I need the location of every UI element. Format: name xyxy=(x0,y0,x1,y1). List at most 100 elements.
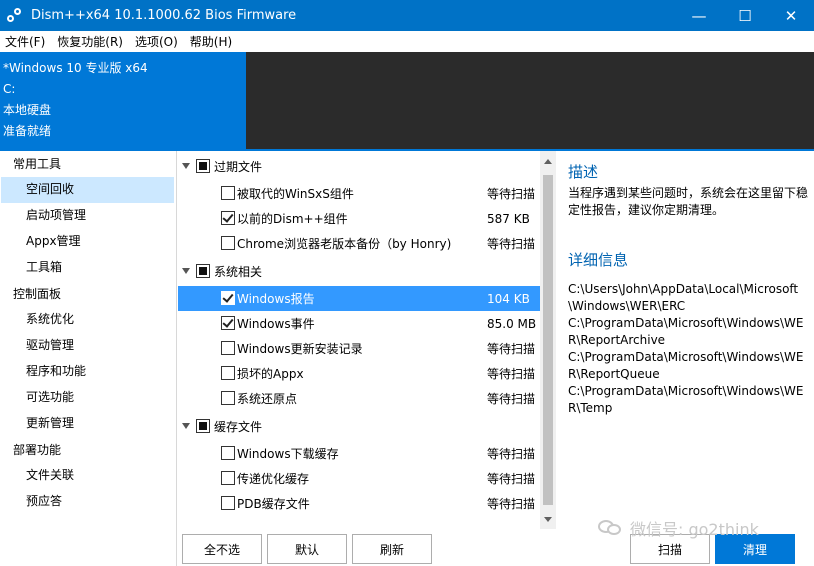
sidebar-item[interactable]: 程序和功能 xyxy=(0,359,176,385)
item-label: 被取代的WinSxS组件 xyxy=(237,187,354,201)
item-checkbox[interactable] xyxy=(221,236,235,250)
app-icon xyxy=(7,7,23,24)
item-size: 587 KB xyxy=(487,211,530,226)
minimize-button[interactable]: — xyxy=(676,0,722,31)
item-label: Windows事件 xyxy=(237,317,315,331)
maximize-button[interactable]: ☐ xyxy=(722,0,768,31)
status-text: 准备就绪 xyxy=(3,124,52,138)
scroll-thumb[interactable] xyxy=(543,175,553,505)
item-label: Chrome浏览器老版本备份（by Honry) xyxy=(237,237,452,251)
scroll-up-icon[interactable] xyxy=(544,159,552,164)
detail-path: C:\ProgramData\Microsoft\Windows\WER\Rep… xyxy=(568,350,804,381)
cleanup-item[interactable]: 损坏的Appx 等待扫描 xyxy=(178,361,540,386)
item-checkbox[interactable] xyxy=(221,446,235,460)
item-checkbox[interactable] xyxy=(221,366,235,380)
menu-bar: 文件(F) 恢复功能(R) 选项(O) 帮助(H) xyxy=(0,31,814,52)
cleanup-item[interactable]: 系统还原点 等待扫描 xyxy=(178,386,540,411)
cleanup-item[interactable]: PDB缓存文件 等待扫描 xyxy=(178,491,540,516)
item-size: 85.0 MB xyxy=(487,316,537,331)
group-label: 过期文件 xyxy=(214,159,263,174)
collapse-arrow-icon[interactable] xyxy=(182,268,190,274)
cleanup-item[interactable]: 以前的Dism++组件 587 KB xyxy=(178,206,540,231)
item-checkbox[interactable] xyxy=(221,341,235,355)
item-label: 传递优化缓存 xyxy=(237,472,310,486)
detail-path: C:\ProgramData\Microsoft\Windows\WER\Tem… xyxy=(568,384,804,415)
sidebar: 常用工具空间回收 启动项管理 Appx管理 工具箱控制面板系统优化 驱动管理 程序和功能可… xyxy=(0,151,177,566)
sidebar-item[interactable]: Appx管理 xyxy=(0,229,176,255)
item-checkbox[interactable] xyxy=(221,496,235,510)
item-checkbox[interactable] xyxy=(221,186,235,200)
watermark-text: 微信号: go2think xyxy=(630,520,759,539)
group-checkbox[interactable] xyxy=(196,419,210,433)
item-size: 等待扫描 xyxy=(487,342,536,356)
cleanup-list: 过期文件 被取代的WinSxS组件 等待扫描 以前的Dism++组件 587 KB Chr… xyxy=(178,151,540,529)
group-label: 系统相关 xyxy=(214,264,263,279)
session-area xyxy=(246,52,814,149)
item-size: 等待扫描 xyxy=(487,392,536,406)
item-size: 等待扫描 xyxy=(487,367,536,381)
item-label: 损坏的Appx xyxy=(237,367,304,381)
item-size: 等待扫描 xyxy=(487,447,536,461)
details-heading: 详细信息 xyxy=(568,251,629,269)
cleanup-item[interactable]: Windows事件 85.0 MB xyxy=(178,311,540,336)
collapse-arrow-icon[interactable] xyxy=(182,423,190,429)
sidebar-item[interactable]: 预应答 xyxy=(0,489,176,515)
group-checkbox[interactable] xyxy=(196,159,210,173)
menu-restore[interactable]: 恢复功能(R) xyxy=(52,33,128,50)
sidebar-item[interactable]: 系统优化 xyxy=(0,307,176,333)
cleanup-item[interactable]: Windows更新安装记录 等待扫描 xyxy=(178,336,540,361)
sidebar-item[interactable]: 空间回收 xyxy=(1,177,174,203)
sidebar-item[interactable]: 更新管理 xyxy=(0,411,176,437)
item-checkbox[interactable] xyxy=(221,291,235,305)
item-label: Windows报告 xyxy=(237,292,315,306)
sidebar-group: 常用工具 xyxy=(13,157,62,171)
cleanup-item[interactable]: Windows下载缓存 等待扫描 xyxy=(178,441,540,466)
description-text: 当程序遇到某些问题时，系统会在这里留下稳定性报告，建议你定期清理。 xyxy=(568,186,809,217)
cleanup-item[interactable]: 传递优化缓存 等待扫描 xyxy=(178,466,540,491)
detail-path: C:\ProgramData\Microsoft\Windows\WER\Rep… xyxy=(568,316,804,347)
group-checkbox[interactable] xyxy=(196,264,210,278)
sidebar-item[interactable]: 启动项管理 xyxy=(0,203,176,229)
item-size: 等待扫描 xyxy=(487,237,536,251)
item-size: 等待扫描 xyxy=(487,472,536,486)
item-checkbox[interactable] xyxy=(221,316,235,330)
cleanup-group[interactable]: 缓存文件 xyxy=(178,411,540,441)
sidebar-item[interactable]: 驱动管理 xyxy=(0,333,176,359)
item-checkbox[interactable] xyxy=(221,471,235,485)
image-info-panel[interactable]: *Windows 10 专业版 x64 C: 本地硬盘 准备就绪 xyxy=(0,52,246,149)
scrollbar[interactable] xyxy=(540,151,556,529)
description-pane: 描述 当程序遇到某些问题时，系统会在这里留下稳定性报告，建议你定期清理。 详细信… xyxy=(556,151,814,566)
disk-type: 本地硬盘 xyxy=(3,103,52,117)
item-label: Windows更新安装记录 xyxy=(237,342,363,356)
collapse-arrow-icon[interactable] xyxy=(182,163,190,169)
os-name: *Windows 10 专业版 x64 xyxy=(3,61,148,75)
group-label: 缓存文件 xyxy=(214,419,263,434)
sidebar-group: 部署功能 xyxy=(13,443,62,457)
item-label: 以前的Dism++组件 xyxy=(237,212,348,226)
menu-help[interactable]: 帮助(H) xyxy=(185,33,237,50)
sidebar-item[interactable]: 可选功能 xyxy=(0,385,176,411)
close-button[interactable]: ✕ xyxy=(768,0,814,31)
sidebar-item[interactable]: 工具箱 xyxy=(0,255,176,281)
item-label: 系统还原点 xyxy=(237,392,298,406)
cleanup-group[interactable]: 系统相关 xyxy=(178,256,540,286)
cleanup-item[interactable]: Windows报告 104 KB xyxy=(178,286,540,311)
cleanup-group[interactable]: 过期文件 xyxy=(178,151,540,181)
default-button[interactable]: 默认 xyxy=(267,534,347,564)
scroll-down-icon[interactable] xyxy=(544,517,552,522)
drive-letter: C: xyxy=(3,82,16,96)
cleanup-item[interactable]: 被取代的WinSxS组件 等待扫描 xyxy=(178,181,540,206)
sidebar-group: 控制面板 xyxy=(13,287,62,301)
sidebar-item[interactable]: 文件关联 xyxy=(0,463,176,489)
refresh-button[interactable]: 刷新 xyxy=(352,534,432,564)
description-heading: 描述 xyxy=(568,163,599,181)
menu-file[interactable]: 文件(F) xyxy=(0,33,50,50)
item-size: 等待扫描 xyxy=(487,187,536,201)
cleanup-item[interactable]: Chrome浏览器老版本备份（by Honry) 等待扫描 xyxy=(178,231,540,256)
item-checkbox[interactable] xyxy=(221,211,235,225)
title-bar: Dism++x64 10.1.1000.62 Bios Firmware — ☐… xyxy=(0,0,814,31)
item-size: 等待扫描 xyxy=(487,497,536,511)
item-checkbox[interactable] xyxy=(221,391,235,405)
menu-options[interactable]: 选项(O) xyxy=(130,33,183,50)
deselect-all-button[interactable]: 全不选 xyxy=(182,534,262,564)
